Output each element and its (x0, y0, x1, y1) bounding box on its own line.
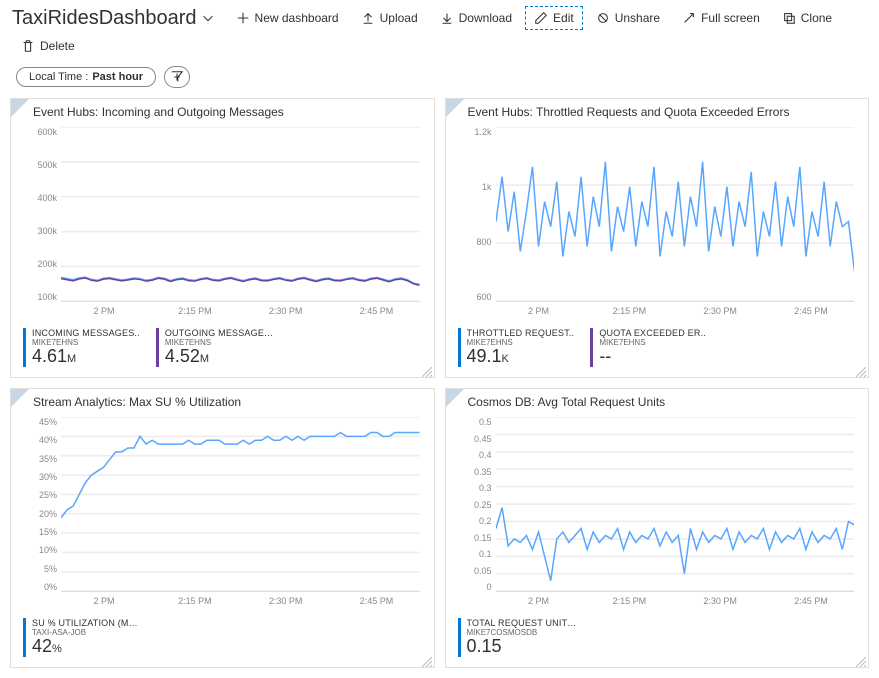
y-axis-labels: 45%40%35%30%25%20%15%10%5%0% (21, 417, 57, 592)
upload-label: Upload (380, 11, 418, 25)
tile-menu-handle[interactable] (11, 389, 29, 407)
legend-value: 0.15 (467, 637, 577, 657)
upload-button[interactable]: Upload (352, 6, 427, 30)
dashboard-tile: Cosmos DB: Avg Total Request Units 0.50.4… (445, 388, 870, 668)
tile-menu-handle[interactable] (446, 389, 464, 407)
new-dashboard-button[interactable]: New dashboard (227, 6, 348, 30)
resize-handle[interactable] (422, 365, 432, 375)
download-button[interactable]: Download (431, 6, 521, 30)
legend-color-bar (458, 618, 461, 657)
resize-handle[interactable] (856, 655, 866, 665)
delete-label: Delete (40, 39, 75, 53)
add-filter-icon (170, 70, 184, 84)
tile-title: Stream Analytics: Max SU % Utilization (11, 389, 434, 413)
clone-icon (782, 11, 796, 25)
edit-button[interactable]: Edit (525, 6, 583, 30)
resize-handle[interactable] (856, 365, 866, 375)
chart-legend: TOTAL REQUEST UNITS (AVG)MIKE7COSMOSDB0.… (446, 612, 869, 667)
unshare-label: Unshare (615, 11, 660, 25)
fullscreen-icon (682, 11, 696, 25)
legend-label: INCOMING MESSAGES.. (32, 328, 140, 338)
edit-label: Edit (553, 11, 574, 25)
fullscreen-button[interactable]: Full screen (673, 6, 769, 30)
clone-label: Clone (801, 11, 832, 25)
add-filter-button[interactable] (164, 66, 190, 88)
plot (496, 417, 855, 592)
tile-title: Event Hubs: Throttled Requests and Quota… (446, 99, 869, 123)
tile-title: Event Hubs: Incoming and Outgoing Messag… (11, 99, 434, 123)
upload-icon (361, 11, 375, 25)
tile-menu-handle[interactable] (446, 99, 464, 117)
chevron-down-icon (201, 11, 215, 25)
time-filter-pill[interactable]: Local Time : Past hour (16, 67, 156, 87)
x-axis-labels: 2 PM2:15 PM2:30 PM2:45 PM (496, 306, 855, 320)
legend-value: 4.52M (165, 347, 275, 367)
chart-area[interactable]: 600k500k400k300k200k100k 2 PM2:15 PM2:30 … (21, 127, 424, 320)
tile-menu-handle[interactable] (11, 99, 29, 117)
legend-item[interactable]: THROTTLED REQUEST..MIKE7EHNS49.1K (458, 328, 575, 367)
legend-label: QUOTA EXCEEDED ER.. (599, 328, 706, 338)
x-axis-labels: 2 PM2:15 PM2:30 PM2:45 PM (496, 596, 855, 610)
x-axis-labels: 2 PM2:15 PM2:30 PM2:45 PM (61, 306, 420, 320)
chart-legend: THROTTLED REQUEST..MIKE7EHNS49.1KQUOTA E… (446, 322, 869, 377)
y-axis-labels: 600k500k400k300k200k100k (21, 127, 57, 302)
dashboard-title: TaxiRidesDashboard (12, 7, 197, 30)
new-dashboard-label: New dashboard (255, 11, 339, 25)
y-axis-labels: 1.2k1k800600 (456, 127, 492, 302)
plus-icon (236, 11, 250, 25)
legend-color-bar (23, 618, 26, 657)
legend-value: 4.61M (32, 347, 140, 367)
legend-value: 49.1K (467, 347, 575, 367)
unshare-button[interactable]: Unshare (587, 6, 669, 30)
dashboard-tile: Stream Analytics: Max SU % Utilization 45… (10, 388, 435, 668)
fullscreen-label: Full screen (701, 11, 760, 25)
plot (61, 417, 420, 592)
dashboard-title-wrap[interactable]: TaxiRidesDashboard (12, 7, 215, 30)
tile-title: Cosmos DB: Avg Total Request Units (446, 389, 869, 413)
legend-item[interactable]: TOTAL REQUEST UNITS (AVG)MIKE7COSMOSDB0.… (458, 618, 577, 657)
dashboard-tile: Event Hubs: Throttled Requests and Quota… (445, 98, 870, 378)
legend-value: 42% (32, 637, 142, 657)
time-filter-label: Local Time : (29, 71, 88, 83)
delete-button[interactable]: Delete (12, 34, 84, 58)
time-filter-value: Past hour (92, 71, 143, 83)
chart-area[interactable]: 45%40%35%30%25%20%15%10%5%0% 2 PM2:15 PM2… (21, 417, 424, 610)
legend-item[interactable]: SU % UTILIZATION (MAX)TAXI-ASA-JOB42% (23, 618, 142, 657)
chart-area[interactable]: 0.50.450.40.350.30.250.20.150.10.050 2 PM… (456, 417, 859, 610)
tile-grid: Event Hubs: Incoming and Outgoing Messag… (0, 98, 879, 678)
clone-button[interactable]: Clone (773, 6, 841, 30)
legend-item[interactable]: OUTGOING MESSAGES..MIKE7EHNS4.52M (156, 328, 275, 367)
download-icon (440, 11, 454, 25)
legend-value: -- (599, 347, 706, 367)
trash-icon (21, 39, 35, 53)
plot (61, 127, 420, 302)
legend-color-bar (590, 328, 593, 367)
pencil-icon (534, 11, 548, 25)
command-bar: TaxiRidesDashboard New dashboard Upload … (0, 0, 879, 64)
unshare-icon (596, 11, 610, 25)
chart-legend: INCOMING MESSAGES..MIKE7EHNS4.61M OUTGOIN… (11, 322, 434, 377)
legend-label: SU % UTILIZATION (MAX) (32, 618, 142, 628)
legend-label: THROTTLED REQUEST.. (467, 328, 575, 338)
chart-area[interactable]: 1.2k1k800600 2 PM2:15 PM2:30 PM2:45 PM (456, 127, 859, 320)
chart-legend: SU % UTILIZATION (MAX)TAXI-ASA-JOB42% (11, 612, 434, 667)
legend-color-bar (23, 328, 26, 367)
x-axis-labels: 2 PM2:15 PM2:30 PM2:45 PM (61, 596, 420, 610)
legend-item[interactable]: QUOTA EXCEEDED ER..MIKE7EHNS-- (590, 328, 706, 367)
legend-item[interactable]: INCOMING MESSAGES..MIKE7EHNS4.61M (23, 328, 140, 367)
legend-label: TOTAL REQUEST UNITS (AVG) (467, 618, 577, 628)
legend-sublabel: MIKE7EHNS (599, 338, 706, 347)
plot (496, 127, 855, 302)
y-axis-labels: 0.50.450.40.350.30.250.20.150.10.050 (456, 417, 492, 592)
legend-label: OUTGOING MESSAGES.. (165, 328, 275, 338)
resize-handle[interactable] (422, 655, 432, 665)
legend-color-bar (458, 328, 461, 367)
dashboard-tile: Event Hubs: Incoming and Outgoing Messag… (10, 98, 435, 378)
legend-color-bar (156, 328, 159, 367)
download-label: Download (459, 11, 512, 25)
filter-bar: Local Time : Past hour (0, 64, 879, 98)
